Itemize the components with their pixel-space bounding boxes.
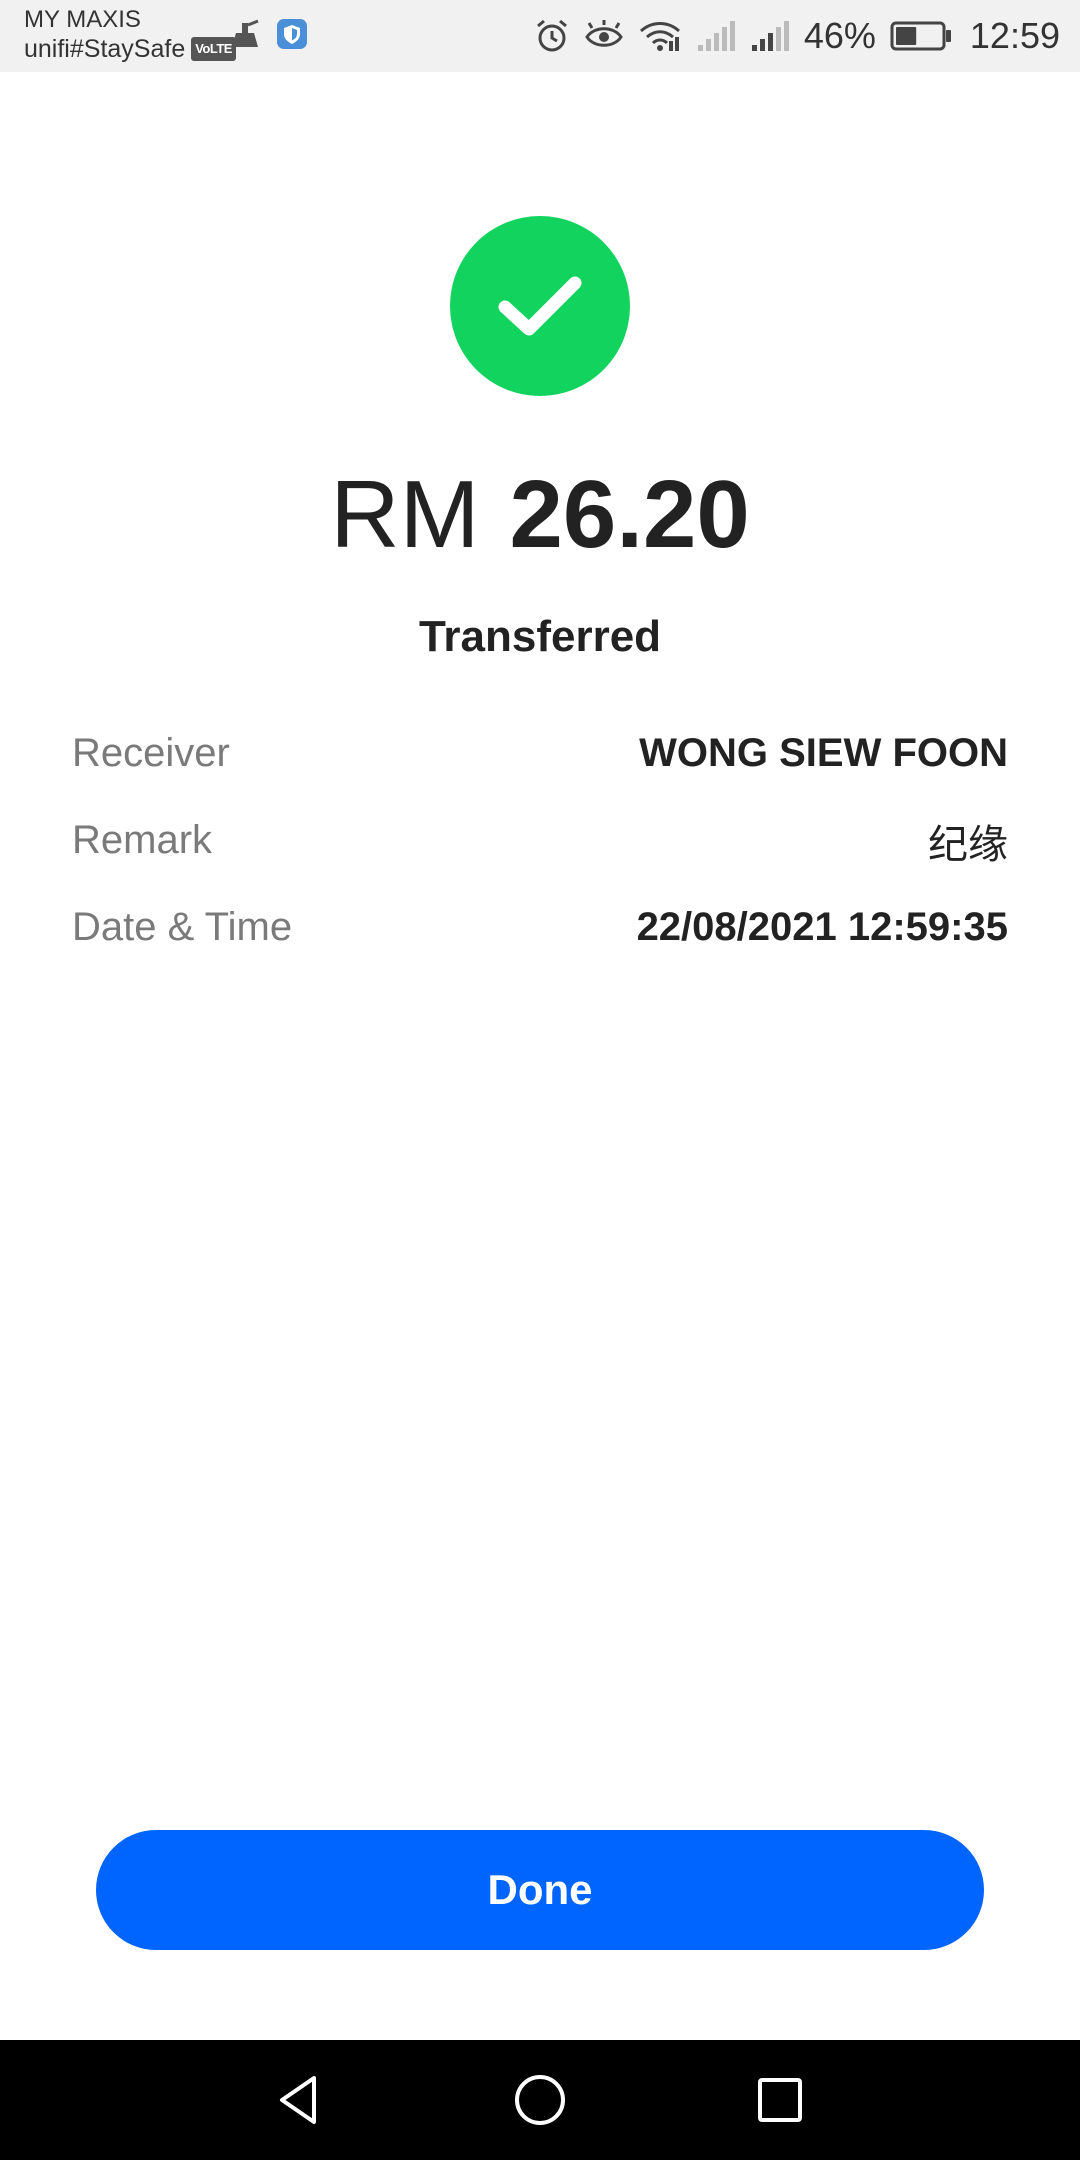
- shield-icon: [276, 18, 308, 55]
- detail-row-datetime: Date & Time 22/08/2021 12:59:35: [72, 884, 1008, 971]
- navigation-bar: [0, 2040, 1080, 2160]
- done-button[interactable]: Done: [96, 1830, 984, 1950]
- eye-comfort-icon: [584, 20, 624, 52]
- signal-icon: [696, 19, 736, 53]
- home-icon: [515, 2075, 565, 2125]
- back-icon: [280, 2076, 316, 2124]
- clock: 12:59: [969, 15, 1060, 56]
- network-name-row: unifi#StaySafe VoLTE: [24, 34, 236, 64]
- remark-value: 纪缘: [928, 822, 1008, 867]
- recents-icon: [758, 2078, 802, 2122]
- recents-button[interactable]: [750, 2070, 810, 2130]
- datetime-label: Date & Time: [72, 905, 293, 949]
- network-name: unifi#StaySafe: [24, 35, 186, 63]
- checkmark-icon: [498, 276, 582, 336]
- receiver-label: Receiver: [72, 731, 230, 775]
- wifi-icon: [638, 19, 682, 53]
- currency-label: RM: [330, 461, 480, 568]
- receiver-value: WONG SIEW FOON: [639, 731, 1008, 775]
- alarm-icon: [534, 18, 570, 54]
- detail-row-remark: Remark 纪缘: [72, 797, 1008, 884]
- amount-value: 26.20: [509, 461, 750, 568]
- system-status-icons: 46% 12:59: [534, 0, 1060, 72]
- status-bar: MY MAXIS unifi#StaySafe VoLTE 46% 12:59: [0, 0, 1080, 72]
- battery-percent: 46%: [803, 15, 876, 56]
- back-button[interactable]: [270, 2070, 330, 2130]
- battery-icon: [890, 20, 952, 52]
- cleaner-icon: [228, 19, 262, 54]
- transfer-status: Transferred: [418, 612, 662, 661]
- transfer-details: Receiver WONG SIEW FOON Remark 纪缘 Date &…: [72, 710, 1008, 971]
- remark-label: Remark: [72, 818, 213, 862]
- carrier-name: MY MAXIS: [24, 6, 141, 33]
- success-badge: [450, 216, 630, 396]
- home-button[interactable]: [510, 2070, 570, 2130]
- notification-icons: [228, 18, 308, 55]
- carrier-info: MY MAXIS unifi#StaySafe VoLTE: [24, 6, 236, 64]
- signal-icon: [750, 19, 790, 53]
- detail-row-receiver: Receiver WONG SIEW FOON: [72, 710, 1008, 797]
- datetime-value: 22/08/2021 12:59:35: [636, 905, 1008, 949]
- transfer-amount: RM 26.20: [0, 455, 1080, 575]
